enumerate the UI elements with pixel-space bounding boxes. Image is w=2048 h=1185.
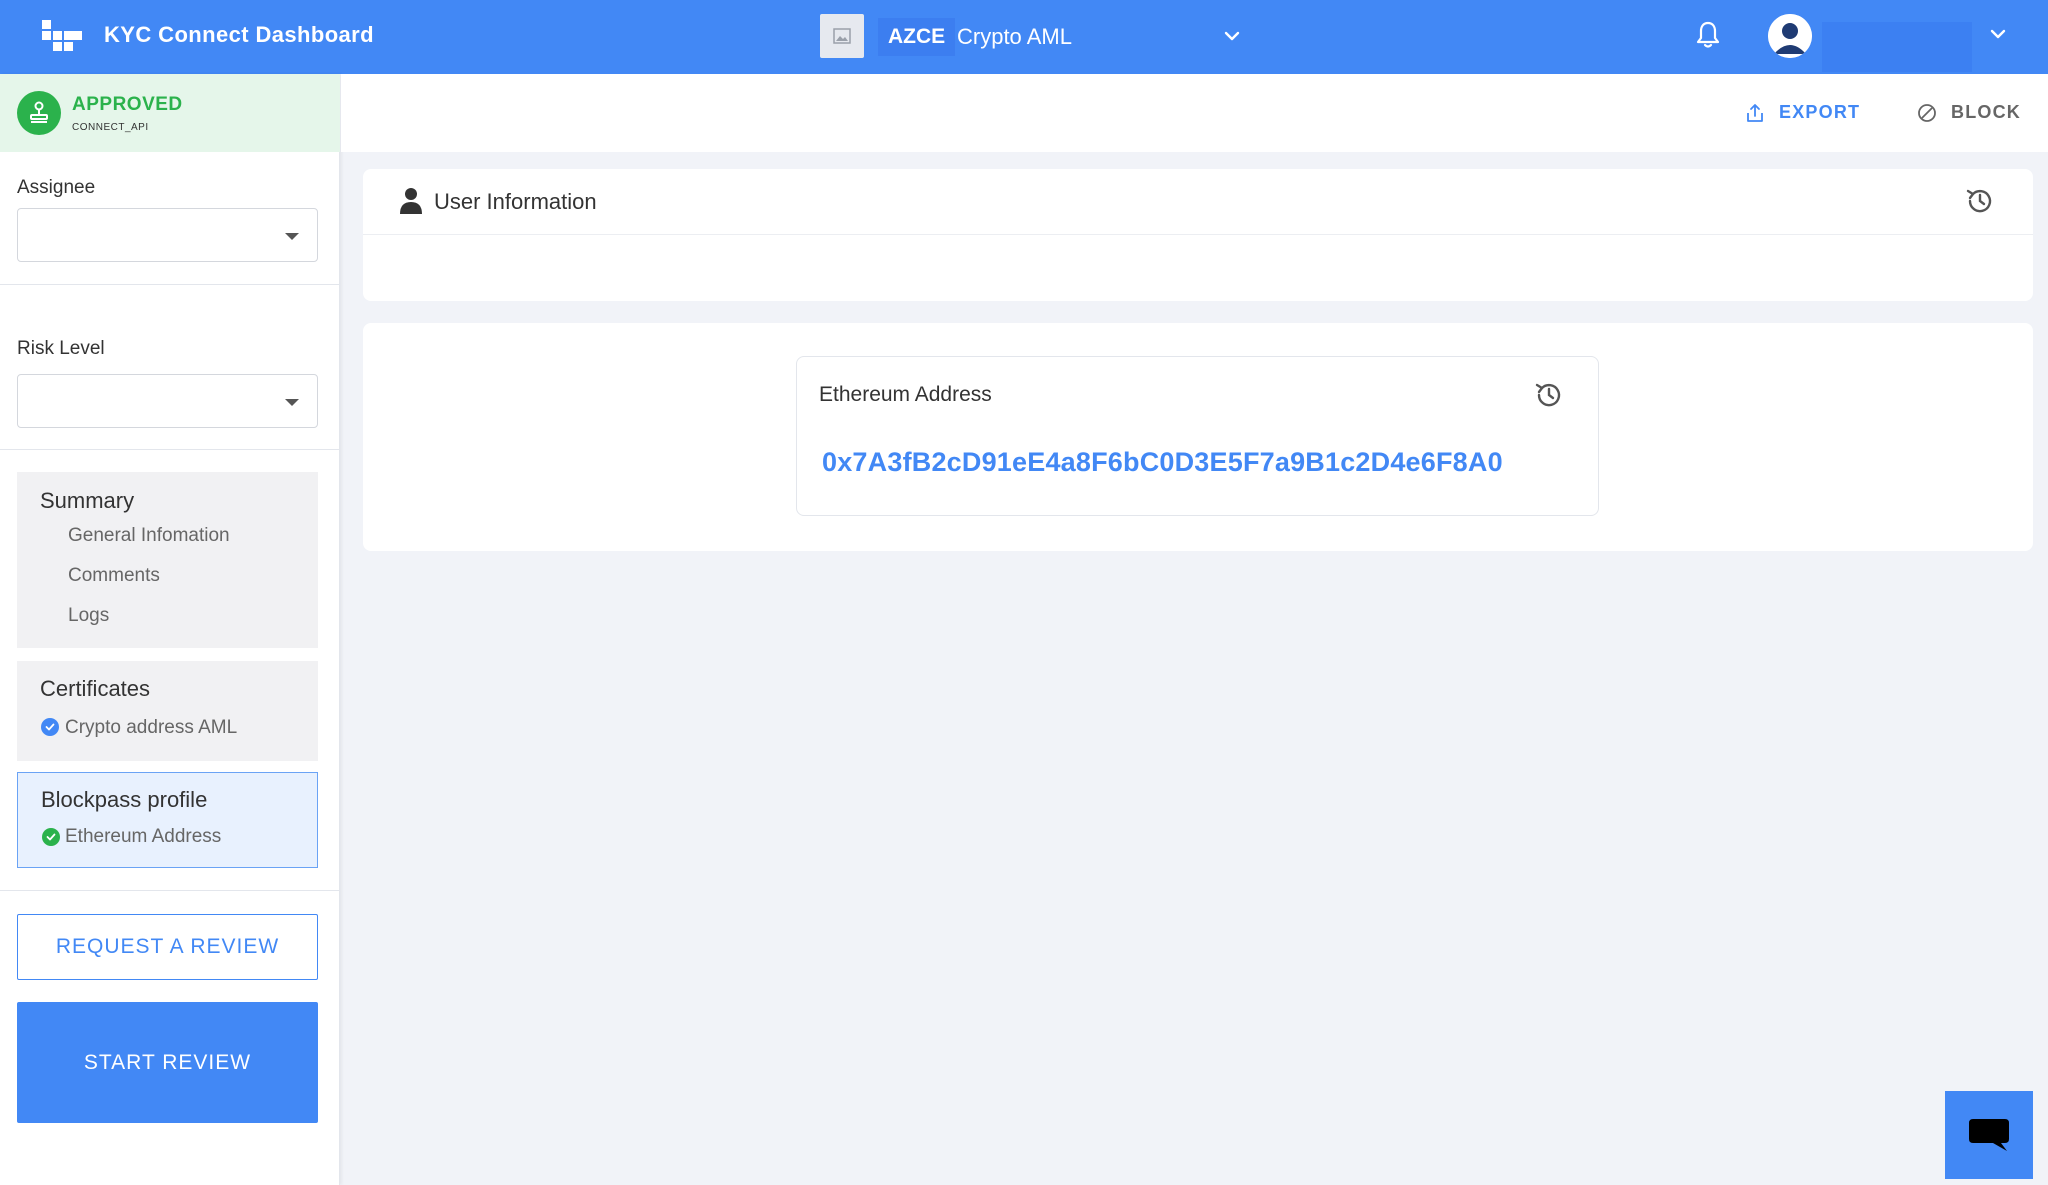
blockpass-profile-title: Blockpass profile <box>41 787 208 812</box>
summary-item-comments[interactable]: Comments <box>68 565 160 587</box>
start-review-button[interactable]: START REVIEW <box>17 1002 318 1123</box>
user-avatar-icon[interactable] <box>1768 14 1812 58</box>
blockpass-profile-panel: Blockpass profile Ethereum Address <box>17 772 318 868</box>
certificates-panel: Certificates Crypto address AML <box>17 661 318 761</box>
verified-check-icon <box>41 718 59 736</box>
divider <box>0 449 340 450</box>
user-name-area[interactable] <box>1822 22 1972 72</box>
bell-icon[interactable] <box>1694 20 1722 55</box>
person-icon <box>399 187 423 220</box>
app-title: KYC Connect Dashboard <box>104 22 374 47</box>
ethereum-card: Ethereum Address 0x7A3fB2cD91eE4a8F6bC0D… <box>363 323 2033 551</box>
certificate-item-crypto-address-aml[interactable]: Crypto address AML <box>65 717 237 739</box>
action-bar: EXPORT BLOCK <box>341 74 2048 152</box>
export-button[interactable]: EXPORT <box>1745 102 1860 123</box>
service-name: Crypto AML <box>957 24 1072 49</box>
sidebar: APPROVED CONNECT_API Assignee Risk Level… <box>0 74 340 1185</box>
assignee-label: Assignee <box>17 177 96 198</box>
approved-check-icon <box>42 828 60 846</box>
divider <box>0 890 340 891</box>
status-banner: APPROVED CONNECT_API <box>0 74 340 152</box>
block-label: BLOCK <box>1951 102 2021 122</box>
request-review-button[interactable]: REQUEST A REVIEW <box>17 914 318 980</box>
chat-bubble-icon <box>1969 1119 2009 1151</box>
status-label: APPROVED <box>72 94 183 115</box>
assignee-select[interactable] <box>17 208 318 262</box>
service-switcher[interactable]: AZCE Crypto AML <box>820 12 1250 62</box>
summary-item-general-information[interactable]: General Infomation <box>68 525 230 547</box>
top-bar: KYC Connect Dashboard AZCE Crypto AML <box>0 0 2048 74</box>
user-information-header: User Information <box>363 169 2033 235</box>
user-information-card: User Information <box>363 169 2033 301</box>
risk-level-select[interactable] <box>17 374 318 428</box>
export-icon <box>1747 103 1763 122</box>
summary-item-logs[interactable]: Logs <box>68 605 109 627</box>
summary-title[interactable]: Summary <box>40 488 134 514</box>
chevron-down-icon[interactable] <box>1988 24 2008 49</box>
stamp-icon <box>17 91 61 135</box>
export-label: EXPORT <box>1779 102 1861 122</box>
image-placeholder-icon <box>820 14 864 58</box>
caret-down-icon <box>285 399 299 406</box>
history-icon[interactable] <box>1964 185 1996 222</box>
risk-level-label: Risk Level <box>17 338 105 359</box>
ethereum-address-value[interactable]: 0x7A3fB2cD91eE4a8F6bC0D3E5F7a9B1c2D4e6F8… <box>822 447 1503 478</box>
chevron-down-icon[interactable] <box>1222 26 1242 51</box>
profile-item-ethereum-address[interactable]: Ethereum Address <box>65 826 221 848</box>
divider <box>0 284 340 285</box>
grid-logo-icon <box>42 20 82 52</box>
ethereum-address-label: Ethereum Address <box>819 383 992 406</box>
service-code: AZCE <box>878 18 956 56</box>
caret-down-icon <box>285 233 299 240</box>
block-icon <box>1918 103 1936 122</box>
chat-button[interactable] <box>1945 1091 2033 1179</box>
summary-panel: Summary General Infomation Comments Logs <box>17 472 318 648</box>
user-information-title: User Information <box>434 189 597 214</box>
status-source: CONNECT_API <box>72 122 149 133</box>
history-icon[interactable] <box>1533 379 1565 416</box>
certificates-title: Certificates <box>40 676 151 701</box>
block-button[interactable]: BLOCK <box>1917 102 2021 123</box>
ethereum-address-box: Ethereum Address 0x7A3fB2cD91eE4a8F6bC0D… <box>796 356 1599 516</box>
